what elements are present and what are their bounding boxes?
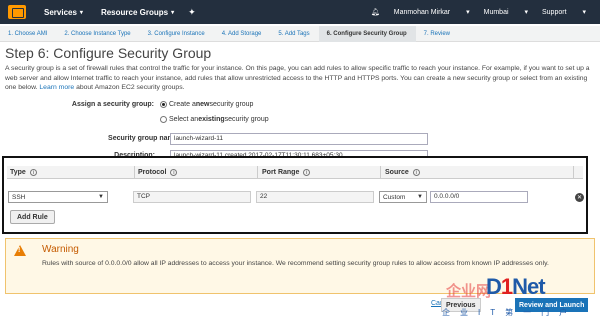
user-name: Manmohan Mirkar: [393, 9, 451, 16]
inbound-rules-panel: Type i Protocol i Port Range i Source i SSH ▼…: [2, 156, 588, 234]
rule-protocol-field: TCP: [133, 191, 251, 203]
option-create-prefix: Create a: [169, 101, 196, 108]
option-create-suffix: security group: [209, 101, 254, 108]
bell-icon[interactable]: 🔔︎: [371, 8, 380, 16]
rule-source-cidr-input[interactable]: 0.0.0.0/0: [430, 191, 528, 203]
col-source: Source i: [385, 169, 420, 176]
option-select-bold: existing: [198, 116, 225, 123]
radio-selected-icon: [160, 101, 167, 108]
tab-configure-security-group[interactable]: 6. Configure Security Group: [318, 25, 416, 42]
tab-choose-ami[interactable]: 1. Choose AMI: [0, 31, 56, 37]
wizard-steps: 1. Choose AMI 2. Choose Instance Type 3.…: [0, 25, 600, 42]
option-create-bold: new: [195, 101, 210, 108]
remove-rule-icon[interactable]: ✕: [575, 193, 584, 202]
col-type: Type i: [10, 169, 37, 176]
col-protocol: Protocol i: [138, 169, 178, 176]
rule-source-select[interactable]: Custom ▼: [379, 191, 427, 203]
option-select-suffix: security group: [224, 116, 269, 123]
support-menu[interactable]: Support ▾: [542, 8, 586, 16]
watermark-d: D: [486, 274, 502, 299]
col-protocol-label: Protocol: [138, 169, 167, 176]
col-type-label: Type: [10, 169, 26, 176]
warning-text: Rules with source of 0.0.0.0/0 allow all…: [42, 260, 549, 267]
chevron-down-icon: ▼: [98, 194, 104, 200]
column-divider: [380, 166, 381, 179]
resource-groups-label: Resource Groups: [100, 7, 169, 17]
tab-review[interactable]: 7. Review: [416, 31, 459, 37]
chevron-down-icon: ▾: [79, 9, 83, 16]
description-suffix: about Amazon EC2 security groups.: [76, 84, 185, 91]
watermark-tagline: 企业IT第一门户: [442, 308, 578, 317]
info-icon[interactable]: i: [412, 169, 420, 176]
column-divider: [134, 166, 135, 179]
watermark-logo: D1Net: [486, 274, 546, 300]
pin-icon[interactable]: ✦: [188, 7, 196, 18]
security-group-name-label: Security group name:: [108, 135, 180, 142]
resource-groups-menu[interactable]: Resource Groups ▾: [101, 8, 174, 17]
page-description: A security group is a set of firewall ru…: [5, 64, 595, 93]
watermark-brand-chinese: 企业网: [446, 283, 492, 300]
security-group-name-input[interactable]: launch-wizard-11: [170, 133, 428, 145]
column-divider: [257, 166, 258, 179]
radio-create-new-group[interactable]: Create a new security group: [160, 101, 253, 108]
chevron-down-icon: ▼: [417, 194, 423, 200]
warning-title: Warning: [42, 244, 79, 255]
rule-source-mode: Custom: [383, 193, 406, 201]
watermark-net: Net: [512, 274, 545, 299]
learn-more-link[interactable]: Learn more: [39, 84, 74, 91]
col-source-label: Source: [385, 169, 409, 176]
page-title: Step 6: Configure Security Group: [5, 45, 212, 61]
info-icon[interactable]: i: [170, 169, 178, 176]
tab-configure-instance[interactable]: 3. Configure Instance: [140, 31, 214, 37]
info-icon[interactable]: i: [29, 169, 37, 176]
services-menu[interactable]: Services ▾: [44, 8, 83, 17]
rule-type-value: SSH: [12, 193, 26, 201]
services-label: Services: [44, 7, 77, 17]
col-port-range-label: Port Range: [262, 169, 300, 176]
tab-choose-instance-type[interactable]: 2. Choose Instance Type: [56, 31, 139, 37]
region-menu[interactable]: Mumbai ▾: [484, 8, 528, 16]
column-divider: [573, 166, 574, 179]
add-rule-button[interactable]: Add Rule: [10, 210, 55, 224]
watermark-one: 1: [500, 274, 513, 299]
radio-select-existing-group[interactable]: Select an existing security group: [160, 116, 269, 123]
rule-port-range-field: 22: [256, 191, 374, 203]
tab-add-tags[interactable]: 5. Add Tags: [270, 31, 318, 37]
rule-type-select[interactable]: SSH ▼: [8, 191, 108, 203]
info-icon[interactable]: i: [303, 169, 311, 176]
chevron-down-icon: ▾: [171, 9, 175, 16]
radio-unselected-icon: [160, 116, 167, 123]
warning-icon: !: [14, 245, 26, 256]
rules-table-header: Type i Protocol i Port Range i Source i: [7, 166, 583, 179]
tab-add-storage[interactable]: 4. Add Storage: [214, 31, 271, 37]
support-label: Support: [542, 9, 567, 16]
region-name: Mumbai: [483, 9, 509, 16]
col-port-range: Port Range i: [262, 169, 311, 176]
top-nav-bar: Services ▾ Resource Groups ▾ ✦ 🔔︎ Manmoh…: [0, 0, 600, 24]
aws-logo-icon[interactable]: [8, 5, 26, 19]
option-select-prefix: Select an: [169, 116, 199, 123]
assign-security-group-label: Assign a security group:: [71, 101, 154, 108]
user-menu[interactable]: Manmohan Mirkar ▾: [394, 8, 470, 16]
